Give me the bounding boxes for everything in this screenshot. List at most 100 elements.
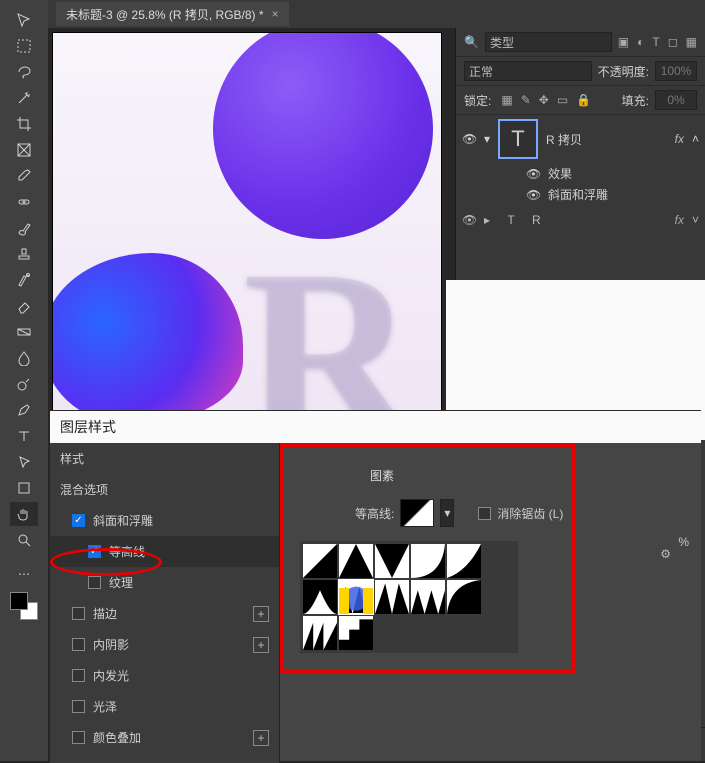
filter-adjust-icon[interactable]: ◐ [637, 35, 644, 49]
visibility-toggle[interactable]: 👁 [526, 188, 540, 202]
antialias-checkbox[interactable] [478, 507, 491, 520]
checkbox[interactable] [72, 607, 85, 620]
checkbox[interactable] [72, 731, 85, 744]
style-stroke[interactable]: 描边+ [50, 598, 279, 629]
marquee-tool[interactable] [10, 34, 38, 58]
contour-preview[interactable] [400, 499, 434, 527]
crop-tool[interactable] [10, 112, 38, 136]
filter-smart-icon[interactable]: ▦ [686, 35, 697, 49]
color-swatches[interactable] [10, 592, 38, 620]
blue-blob-art [52, 253, 243, 422]
fill-value[interactable]: 0% [655, 90, 697, 110]
effects-label: 效果 [548, 165, 572, 182]
wand-tool[interactable] [10, 86, 38, 110]
eraser-tool[interactable] [10, 294, 38, 318]
visibility-toggle[interactable]: 👁 [526, 167, 540, 181]
contour-picker: ↖ [300, 541, 518, 653]
eyedropper-tool[interactable] [10, 164, 38, 188]
blur-tool[interactable] [10, 346, 38, 370]
visibility-toggle[interactable]: 👁 [462, 132, 476, 146]
filter-type-icon[interactable]: T [652, 35, 659, 49]
path-select-tool[interactable] [10, 450, 38, 474]
layer-name[interactable]: R 拷贝 [546, 131, 667, 148]
checkbox[interactable] [72, 514, 85, 527]
style-styles[interactable]: 样式 [50, 443, 279, 474]
add-effect-icon[interactable]: + [253, 606, 269, 622]
history-brush-tool[interactable] [10, 268, 38, 292]
visibility-toggle[interactable]: 👁 [462, 213, 476, 227]
blend-mode-dropdown[interactable]: 正常 [464, 61, 592, 81]
lock-pos-icon[interactable]: ✥ [539, 93, 549, 107]
close-tab-icon[interactable]: × [272, 7, 279, 21]
lock-paint-icon[interactable]: ✎ [521, 93, 531, 107]
effects-row[interactable]: 👁 效果 [456, 163, 705, 184]
style-color-overlay[interactable]: 颜色叠加+ [50, 722, 279, 753]
contour-preset-gaussian[interactable] [302, 579, 338, 615]
contour-preset-ring-double[interactable]: ↖ [338, 579, 374, 615]
filter-pixel-icon[interactable]: ▣ [618, 35, 629, 49]
brush-tool[interactable] [10, 216, 38, 240]
fx-badge[interactable]: fx [675, 213, 684, 227]
fill-label: 填充: [622, 92, 649, 109]
contour-preset-steps[interactable] [338, 615, 374, 651]
percent-label: % [678, 535, 689, 549]
move-tool[interactable] [10, 8, 38, 32]
gradient-tool[interactable] [10, 320, 38, 344]
filter-shape-icon[interactable]: ◻ [668, 35, 678, 49]
layer-thumb[interactable]: T [498, 119, 538, 159]
fx-collapse-icon[interactable]: ˅ [692, 213, 699, 227]
style-inner-shadow[interactable]: 内阴影+ [50, 629, 279, 660]
contour-preset-rounded[interactable] [446, 579, 482, 615]
frame-tool[interactable] [10, 138, 38, 162]
contour-preset-cone-inv[interactable] [374, 543, 410, 579]
document-canvas[interactable]: R [52, 32, 442, 422]
contour-preset-linear[interactable] [302, 543, 338, 579]
lock-all-icon[interactable]: 🔒 [576, 93, 591, 107]
foreground-color-swatch[interactable] [10, 592, 28, 610]
checkbox[interactable] [88, 545, 101, 558]
edit-toolbar-icon[interactable]: ⋯ [10, 562, 38, 586]
heal-tool[interactable] [10, 190, 38, 214]
style-satin[interactable]: 光泽 [50, 691, 279, 722]
contour-dropdown-icon[interactable]: ▾ [440, 499, 454, 527]
contour-preset-cove-deep[interactable] [410, 543, 446, 579]
opacity-value[interactable]: 100% [655, 61, 697, 81]
add-effect-icon[interactable]: + [253, 637, 269, 653]
add-effect-icon[interactable]: + [253, 730, 269, 746]
checkbox[interactable] [72, 638, 85, 651]
shape-tool[interactable] [10, 476, 38, 500]
lock-trans-icon[interactable]: ▦ [501, 93, 512, 107]
checkbox[interactable] [72, 669, 85, 682]
contour-preset-sawtooth[interactable] [302, 615, 338, 651]
lasso-tool[interactable] [10, 60, 38, 84]
style-bevel[interactable]: 斜面和浮雕 [50, 505, 279, 536]
document-tab[interactable]: 未标题-3 @ 25.8% (R 拷贝, RGB/8) * × [56, 2, 289, 26]
zoom-tool[interactable] [10, 528, 38, 552]
layer-row-1[interactable]: 👁 ▾ T R 拷贝 fx ˄ [456, 115, 705, 163]
type-tool[interactable] [10, 424, 38, 448]
search-icon[interactable]: 🔍 [464, 35, 479, 49]
contour-preset-ring[interactable] [374, 579, 410, 615]
gear-icon[interactable]: ⚙ [660, 547, 671, 561]
dodge-tool[interactable] [10, 372, 38, 396]
contour-preset-cove-shallow[interactable] [446, 543, 482, 579]
checkbox[interactable] [72, 700, 85, 713]
style-contour[interactable]: 等高线 [50, 536, 279, 567]
bevel-effect-row[interactable]: 👁 斜面和浮雕 [456, 184, 705, 205]
fx-collapse-icon[interactable]: ˄ [692, 132, 699, 146]
fx-badge[interactable]: fx [675, 132, 684, 146]
contour-preset-cone[interactable] [338, 543, 374, 579]
checkbox[interactable] [88, 576, 101, 589]
document-tab-title: 未标题-3 @ 25.8% (R 拷贝, RGB/8) * [66, 6, 264, 23]
contour-preset-rolling[interactable] [410, 579, 446, 615]
style-inner-glow[interactable]: 内发光 [50, 660, 279, 691]
stamp-tool[interactable] [10, 242, 38, 266]
pen-tool[interactable] [10, 398, 38, 422]
style-texture[interactable]: 纹理 [50, 567, 279, 598]
layer-row-2[interactable]: 👁 ▸ T R fx ˅ [456, 205, 705, 235]
lock-artboard-icon[interactable]: ▭ [557, 93, 568, 107]
hand-tool[interactable] [10, 502, 38, 526]
layer-name[interactable]: R [532, 213, 667, 227]
style-blending[interactable]: 混合选项 [50, 474, 279, 505]
filter-type-dropdown[interactable]: 类型 [485, 32, 612, 52]
